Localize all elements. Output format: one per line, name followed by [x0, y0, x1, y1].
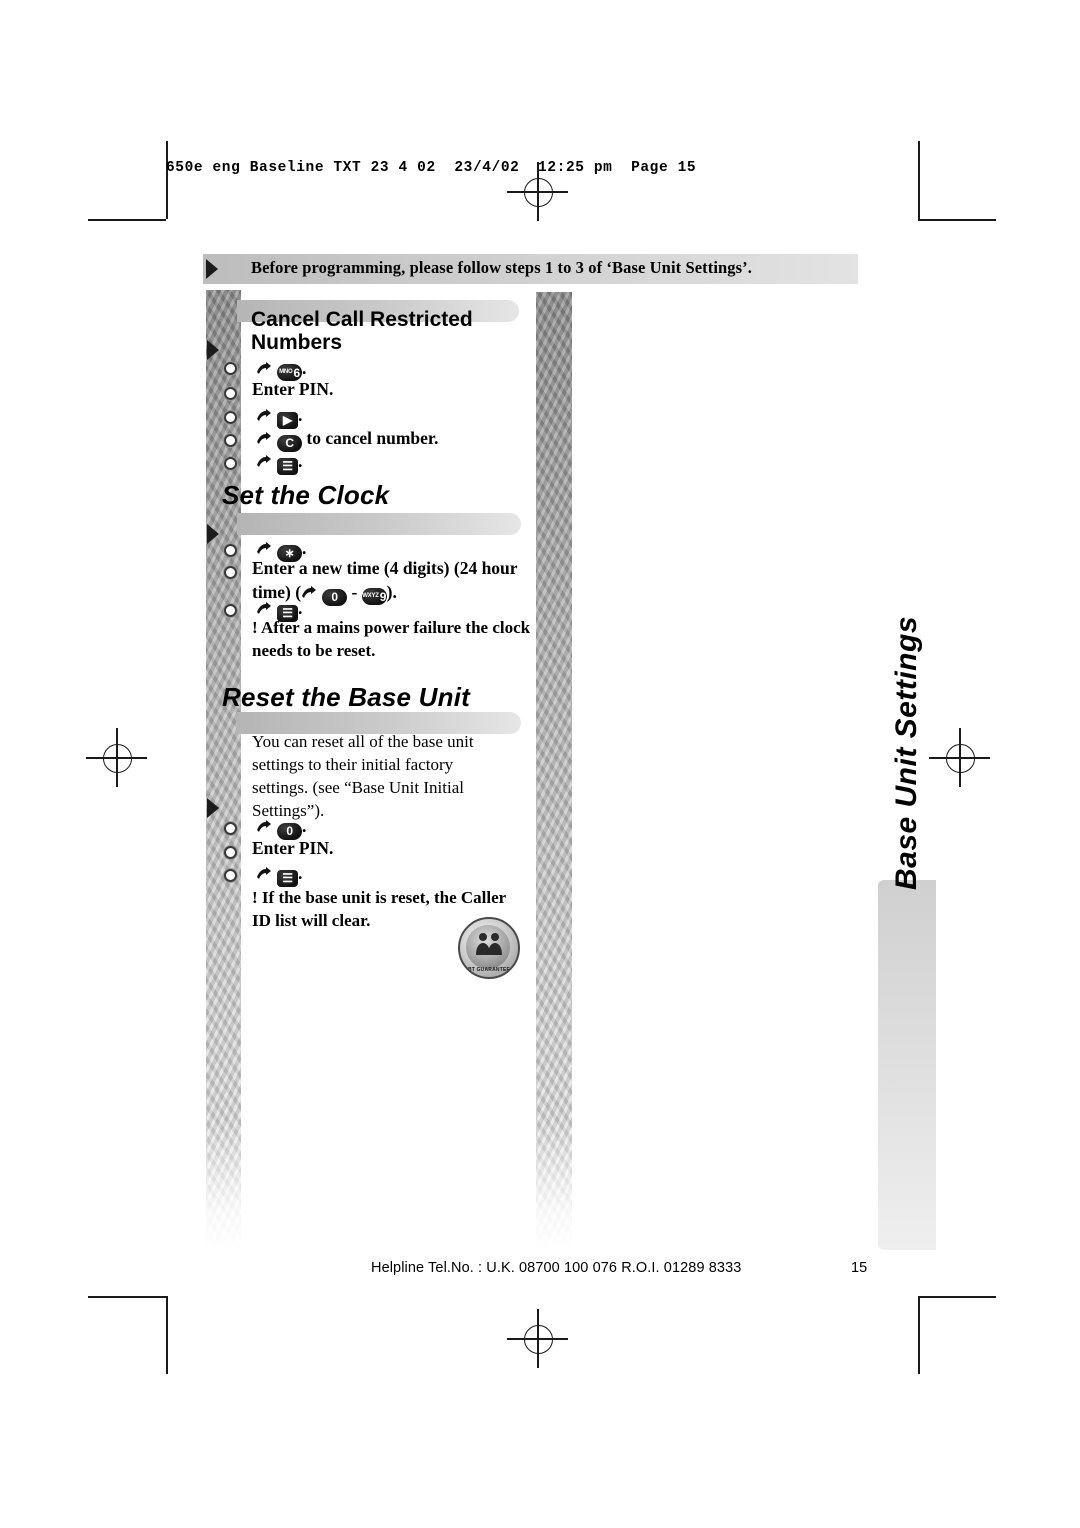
section-arrow-icon-set-the-clock [207, 524, 219, 544]
key-menu[interactable]: ☰ [277, 870, 298, 887]
key-menu[interactable]: ☰ [277, 458, 298, 475]
step-bullet [224, 604, 237, 617]
key-9[interactable]: WXYZ9 [361, 588, 387, 605]
press-hand-icon [256, 866, 277, 882]
step-bullet [224, 434, 237, 447]
banner-text: Before programming, please follow steps … [251, 258, 752, 277]
press-hand-icon [256, 601, 277, 617]
step-clock-2-text-a: Enter a new time (4 digits) (24 [252, 558, 478, 578]
step-bullet [224, 362, 237, 375]
step-cancel-5-suffix: . [298, 451, 303, 471]
page-content: Before programming, please follow steps … [0, 0, 1080, 1528]
section-heading-set-the-clock: Set the Clock [222, 480, 390, 510]
section-heading-reset-the-base-unit: Reset the Base Unit [222, 682, 470, 712]
step-bullet [224, 457, 237, 470]
section-arrow-icon-reset-the-base-unit [207, 798, 219, 818]
section-arrow-icon-cancel-call [207, 340, 219, 360]
press-hand-icon [256, 541, 277, 557]
step-reset-3: ☰. [256, 862, 302, 887]
step-reset-2: Enter PIN. [252, 838, 334, 858]
decorative-strip-right [536, 292, 572, 1250]
press-hand-icon [256, 408, 277, 424]
press-hand-icon [256, 819, 277, 835]
step-bullet [224, 544, 237, 557]
key-0[interactable]: 0 [322, 589, 348, 606]
guarantee-badge-icon: BT GUARANTEE [458, 917, 520, 979]
body-text-reset-the-base-unit: You can reset all of the base unit setti… [252, 732, 474, 820]
step-bullet [224, 822, 237, 835]
decorative-strip-fade [206, 1120, 572, 1250]
step-bullet [224, 869, 237, 882]
section-tab-label: Base Unit Settings [890, 615, 923, 891]
step-cancel-1-suffix: . [302, 358, 307, 378]
press-hand-icon [256, 454, 277, 470]
note-set-the-clock: ! After a mains power failure the clock … [252, 618, 531, 660]
section-heading-cancel-call-line2: Numbers [251, 331, 343, 354]
decorative-strip-left [206, 290, 241, 1250]
step-bullet [224, 387, 237, 400]
step-cancel-2: Enter PIN. [252, 379, 334, 399]
footer-helpline: Helpline Tel.No. : U.K. 08700 100 076 R.… [371, 1260, 742, 1276]
section-bar-set-the-clock [237, 513, 521, 535]
step-clock-3-suffix: . [298, 598, 303, 618]
step-bullet [224, 566, 237, 579]
step-cancel-4: C to cancel number. [256, 427, 438, 452]
step-cancel-3: ▶. [256, 404, 302, 429]
step-reset-1-suffix: . [302, 816, 307, 836]
step-bullet [224, 411, 237, 424]
guarantee-badge-label: BT GUARANTEE [467, 967, 511, 973]
banner-arrow-icon [206, 259, 218, 279]
step-bullet [224, 846, 237, 859]
press-hand-icon [301, 585, 322, 601]
footer-page-number: 15 [851, 1260, 868, 1276]
step-clock-2-text-c: ). [386, 582, 397, 602]
step-clock-1-suffix: . [302, 538, 307, 558]
step-cancel-5: ☰. [256, 450, 302, 475]
step-reset-3-suffix: . [298, 863, 303, 883]
step-cancel-4-suffix: to cancel number. [302, 428, 439, 448]
press-hand-icon [256, 361, 277, 377]
step-clock-2-dash: - [347, 582, 362, 602]
step-cancel-3-suffix: . [298, 405, 303, 425]
press-hand-icon [256, 431, 277, 447]
